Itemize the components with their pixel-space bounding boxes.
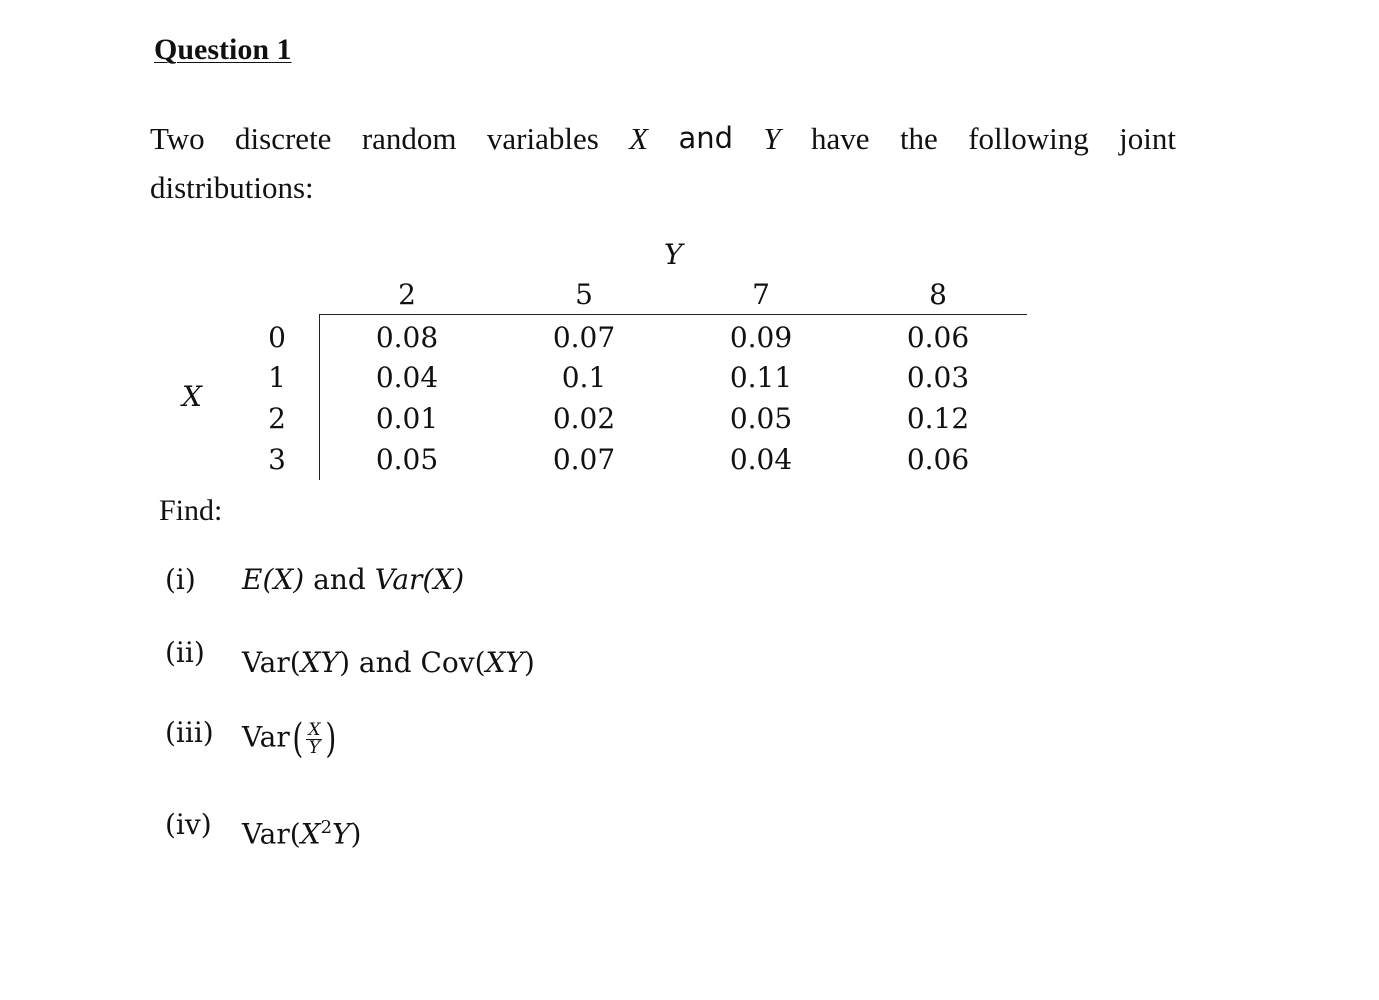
question-number: (i) bbox=[165, 563, 196, 596]
table-cell: 0.02 bbox=[552, 402, 616, 435]
question-number: (iv) bbox=[165, 808, 212, 841]
intro-word: Two bbox=[150, 121, 205, 156]
table-cell: 0.07 bbox=[552, 443, 616, 476]
table-cell: 0.08 bbox=[375, 321, 439, 354]
fraction: XY bbox=[306, 719, 323, 758]
intro-word: have bbox=[811, 121, 870, 156]
intro-line-2: distributions: bbox=[150, 170, 314, 205]
table-cell: 0.07 bbox=[552, 321, 616, 354]
intro-word: random bbox=[361, 121, 457, 156]
var-prefix: Var( bbox=[242, 646, 301, 679]
cov-argument: XY bbox=[485, 646, 524, 679]
table-cell: 0.06 bbox=[906, 443, 970, 476]
y-value-header: 7 bbox=[752, 278, 770, 311]
intro-word: following bbox=[968, 121, 1089, 156]
var-second: Y bbox=[332, 817, 351, 851]
intro-word: discrete bbox=[235, 121, 332, 156]
variable-x: X bbox=[629, 121, 649, 156]
var-prefix: Var bbox=[242, 720, 290, 754]
fraction-numerator: X bbox=[306, 719, 323, 740]
cov-suffix: ) bbox=[523, 646, 535, 679]
intro-line-1: Two discrete random variables X and Y ha… bbox=[150, 114, 1176, 163]
table-cell: 0.06 bbox=[906, 321, 970, 354]
intro-word: the bbox=[899, 121, 938, 156]
connector-and: and bbox=[304, 563, 375, 596]
x-axis-label: X bbox=[182, 380, 202, 413]
question-text: E(X) and Var(X) bbox=[242, 563, 464, 596]
var-base: X bbox=[300, 817, 321, 851]
intro-word: joint bbox=[1119, 121, 1176, 156]
table-row-divider bbox=[319, 314, 320, 480]
table-header-divider bbox=[319, 314, 1027, 315]
question-intro: Two discrete random variables X and Y ha… bbox=[150, 114, 1176, 212]
question-number: (ii) bbox=[165, 636, 205, 669]
table-cell: 0.11 bbox=[729, 361, 793, 394]
x-value-header: 2 bbox=[268, 402, 286, 435]
question-title: Question 1 bbox=[154, 33, 292, 66]
y-value-header: 2 bbox=[398, 278, 416, 311]
var-suffix: ) bbox=[339, 646, 351, 679]
table-cell: 0.05 bbox=[729, 402, 793, 435]
x-value-header: 3 bbox=[268, 443, 286, 476]
fraction-denominator: Y bbox=[308, 737, 321, 758]
table-cell: 0.04 bbox=[375, 361, 439, 394]
table-cell: 0.1 bbox=[561, 361, 607, 394]
intro-word: variables bbox=[486, 121, 599, 156]
question-text: Var(X2Y) bbox=[242, 817, 361, 850]
y-value-header: 5 bbox=[575, 278, 593, 311]
question-text: Var(XY) and Cov(XY) bbox=[242, 646, 535, 679]
var-argument: XY bbox=[300, 646, 340, 679]
x-value-header: 0 bbox=[268, 321, 286, 354]
y-axis-label: Y bbox=[664, 238, 683, 271]
table-cell: 0.12 bbox=[906, 402, 970, 435]
table-cell: 0.05 bbox=[375, 443, 439, 476]
question-number: (iii) bbox=[165, 716, 214, 749]
exponent: 2 bbox=[320, 817, 333, 838]
cov-prefix: Cov( bbox=[420, 646, 486, 679]
table-cell: 0.04 bbox=[729, 443, 793, 476]
right-paren: ) bbox=[325, 716, 337, 762]
table-cell: 0.01 bbox=[375, 402, 439, 435]
table-cell: 0.09 bbox=[729, 321, 793, 354]
var-prefix: Var( bbox=[242, 817, 301, 851]
table-cell: 0.03 bbox=[906, 361, 970, 394]
question-text: Var(X Y) bbox=[242, 716, 339, 762]
find-label: Find: bbox=[159, 494, 223, 527]
x-value-header: 1 bbox=[268, 361, 286, 394]
expectation-expr: E(X) bbox=[242, 563, 305, 596]
connector-and: and bbox=[350, 646, 421, 679]
variable-y: Y bbox=[763, 121, 781, 156]
y-value-header: 8 bbox=[929, 278, 947, 311]
var-suffix: ) bbox=[350, 817, 362, 851]
left-paren: ( bbox=[292, 716, 304, 762]
intro-and: and bbox=[678, 121, 734, 155]
variance-expr: Var(X) bbox=[374, 563, 465, 596]
